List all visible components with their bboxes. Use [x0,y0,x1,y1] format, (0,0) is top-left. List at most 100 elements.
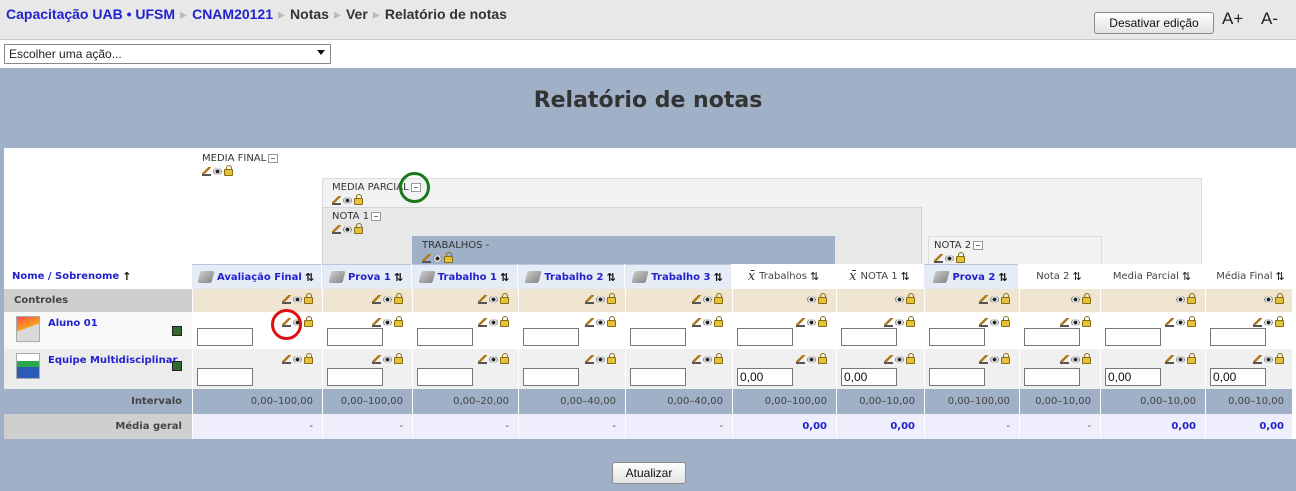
eye-icon[interactable] [895,318,904,326]
font-decrease-button[interactable]: A- [1261,9,1278,29]
lock-icon[interactable] [906,316,915,327]
edit-icon[interactable] [332,195,341,205]
lock-icon[interactable] [607,316,616,327]
eye-icon[interactable] [945,254,954,262]
grade-input[interactable] [523,368,579,386]
lock-icon[interactable] [1275,353,1284,364]
sort-icon[interactable]: ⇅ [998,271,1007,284]
grade-input[interactable] [737,328,793,346]
collapse-icon[interactable] [371,211,382,221]
edit-icon[interactable] [372,317,381,327]
student-report-icon[interactable] [172,361,182,371]
grade-input[interactable] [197,328,253,346]
breadcrumb-notas[interactable]: Notas [290,6,329,22]
student-name[interactable]: Equipe Multidisciplinar [48,355,177,366]
grade-input[interactable] [630,328,686,346]
edit-icon[interactable] [1060,317,1069,327]
edit-icon[interactable] [1253,317,1262,327]
edit-icon[interactable] [884,317,893,327]
breadcrumb-course[interactable]: CNAM20121 [192,6,273,22]
lock-icon[interactable] [500,353,509,364]
edit-icon[interactable] [478,317,487,327]
grade-input[interactable] [630,368,686,386]
eye-icon[interactable] [990,318,999,326]
edit-icon[interactable] [692,354,701,364]
lock-icon[interactable] [1187,316,1196,327]
grade-input[interactable] [417,328,473,346]
column-header-trabalho1[interactable]: Trabalho 1 ⇅ [412,264,517,289]
eye-icon[interactable] [1176,318,1185,326]
lock-icon[interactable] [818,316,827,327]
column-header-nota1-total[interactable]: x̄ NOTA 1 ⇅ [836,264,923,289]
eye-icon[interactable] [293,295,302,303]
eye-icon[interactable] [489,318,498,326]
lock-icon[interactable] [444,252,453,263]
eye-icon[interactable] [1176,355,1185,363]
edit-icon[interactable] [202,166,211,176]
grade-input[interactable] [197,368,253,386]
breadcrumb-site[interactable]: Capacitação UAB • UFSM [6,6,175,22]
grade-input[interactable] [1105,368,1161,386]
sort-icon[interactable]: ⇅ [810,270,819,283]
edit-icon[interactable] [585,294,594,304]
action-select[interactable]: Escolher uma ação... [4,44,331,64]
lock-icon[interactable] [354,223,363,234]
edit-icon[interactable] [1165,317,1174,327]
eye-icon[interactable] [383,355,392,363]
eye-icon[interactable] [213,167,222,175]
grade-input[interactable] [929,368,985,386]
lock-icon[interactable] [354,194,363,205]
sort-icon[interactable]: ⇅ [394,271,403,284]
eye-icon[interactable] [489,295,498,303]
eye-icon[interactable] [703,318,712,326]
grade-input[interactable] [327,368,383,386]
column-header-media-final[interactable]: Média Final ⇅ [1205,264,1296,289]
lock-icon[interactable] [500,316,509,327]
lock-icon[interactable] [818,353,827,364]
lock-icon[interactable] [304,316,313,327]
eye-icon[interactable] [807,355,816,363]
student-name[interactable]: Aluno 01 [48,318,98,329]
grade-input[interactable] [1105,328,1161,346]
lock-icon[interactable] [714,353,723,364]
lock-icon[interactable] [394,293,403,304]
grade-input[interactable] [1210,368,1266,386]
eye-icon[interactable] [343,225,352,233]
eye-icon[interactable] [596,295,605,303]
column-header-prova2[interactable]: Prova 2 ⇅ [924,264,1018,289]
eye-icon[interactable] [895,355,904,363]
lock-icon[interactable] [818,293,827,304]
grade-input[interactable] [1024,368,1080,386]
lock-icon[interactable] [500,293,509,304]
grade-input[interactable] [417,368,473,386]
grade-input[interactable] [841,368,897,386]
eye-icon[interactable] [703,295,712,303]
column-header-name[interactable]: Nome / Sobrenome ↑ [12,264,131,289]
lock-icon[interactable] [1082,293,1091,304]
edit-icon[interactable] [422,253,431,263]
lock-icon[interactable] [1187,353,1196,364]
lock-icon[interactable] [1187,293,1196,304]
edit-icon[interactable] [282,294,291,304]
sort-icon[interactable]: ⇅ [1276,270,1285,283]
grade-input[interactable] [929,328,985,346]
eye-icon[interactable] [489,355,498,363]
eye-icon[interactable] [807,318,816,326]
eye-icon[interactable] [293,355,302,363]
lock-icon[interactable] [304,293,313,304]
edit-icon[interactable] [979,317,988,327]
grade-input[interactable] [737,368,793,386]
grade-input[interactable] [1024,328,1080,346]
eye-icon[interactable] [990,355,999,363]
eye-icon[interactable] [596,318,605,326]
lock-icon[interactable] [1001,316,1010,327]
eye-icon[interactable] [1264,355,1273,363]
disable-edit-button[interactable]: Desativar edição [1094,12,1214,34]
lock-icon[interactable] [906,353,915,364]
font-increase-button[interactable]: A+ [1222,9,1243,29]
grade-input[interactable] [327,328,383,346]
grade-input[interactable] [523,328,579,346]
edit-icon[interactable] [1060,354,1069,364]
collapse-icon[interactable] [268,153,279,163]
sort-icon[interactable]: ⇅ [1182,270,1191,283]
